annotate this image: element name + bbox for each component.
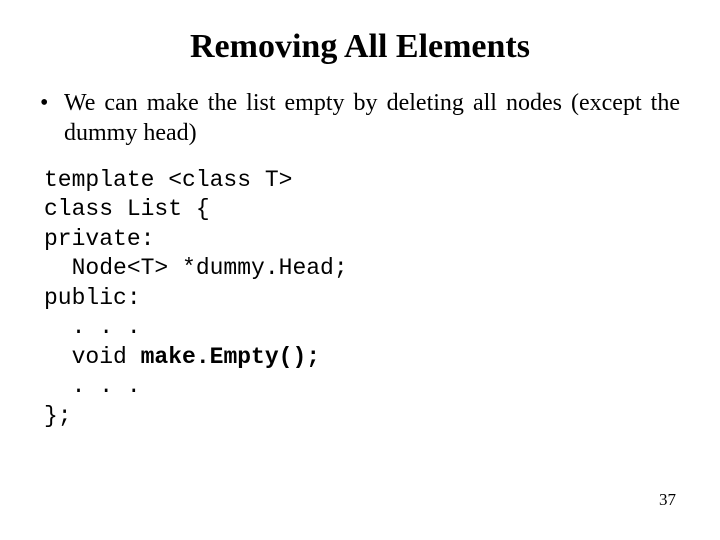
code-line-9: };: [44, 403, 72, 429]
bullet-dot-icon: •: [40, 88, 64, 118]
code-line-7a: void: [44, 344, 141, 370]
code-line-5: public:: [44, 285, 141, 311]
code-line-2: class List {: [44, 196, 210, 222]
page-number: 37: [659, 490, 676, 510]
bullet-block: • We can make the list empty by deleting…: [40, 88, 680, 148]
code-line-8: . . .: [44, 373, 141, 399]
code-line-6: . . .: [44, 314, 141, 340]
slide: Removing All Elements • We can make the …: [0, 0, 720, 540]
bullet-text: We can make the list empty by deleting a…: [64, 88, 680, 148]
slide-title: Removing All Elements: [40, 28, 680, 66]
code-line-4: Node<T> *dummy.Head;: [44, 255, 348, 281]
code-block: template <class T> class List { private:…: [44, 166, 680, 431]
bullet-row: • We can make the list empty by deleting…: [40, 88, 680, 148]
code-line-7b: make.Empty();: [141, 344, 320, 370]
code-line-1: template <class T>: [44, 167, 292, 193]
code-line-3: private:: [44, 226, 154, 252]
